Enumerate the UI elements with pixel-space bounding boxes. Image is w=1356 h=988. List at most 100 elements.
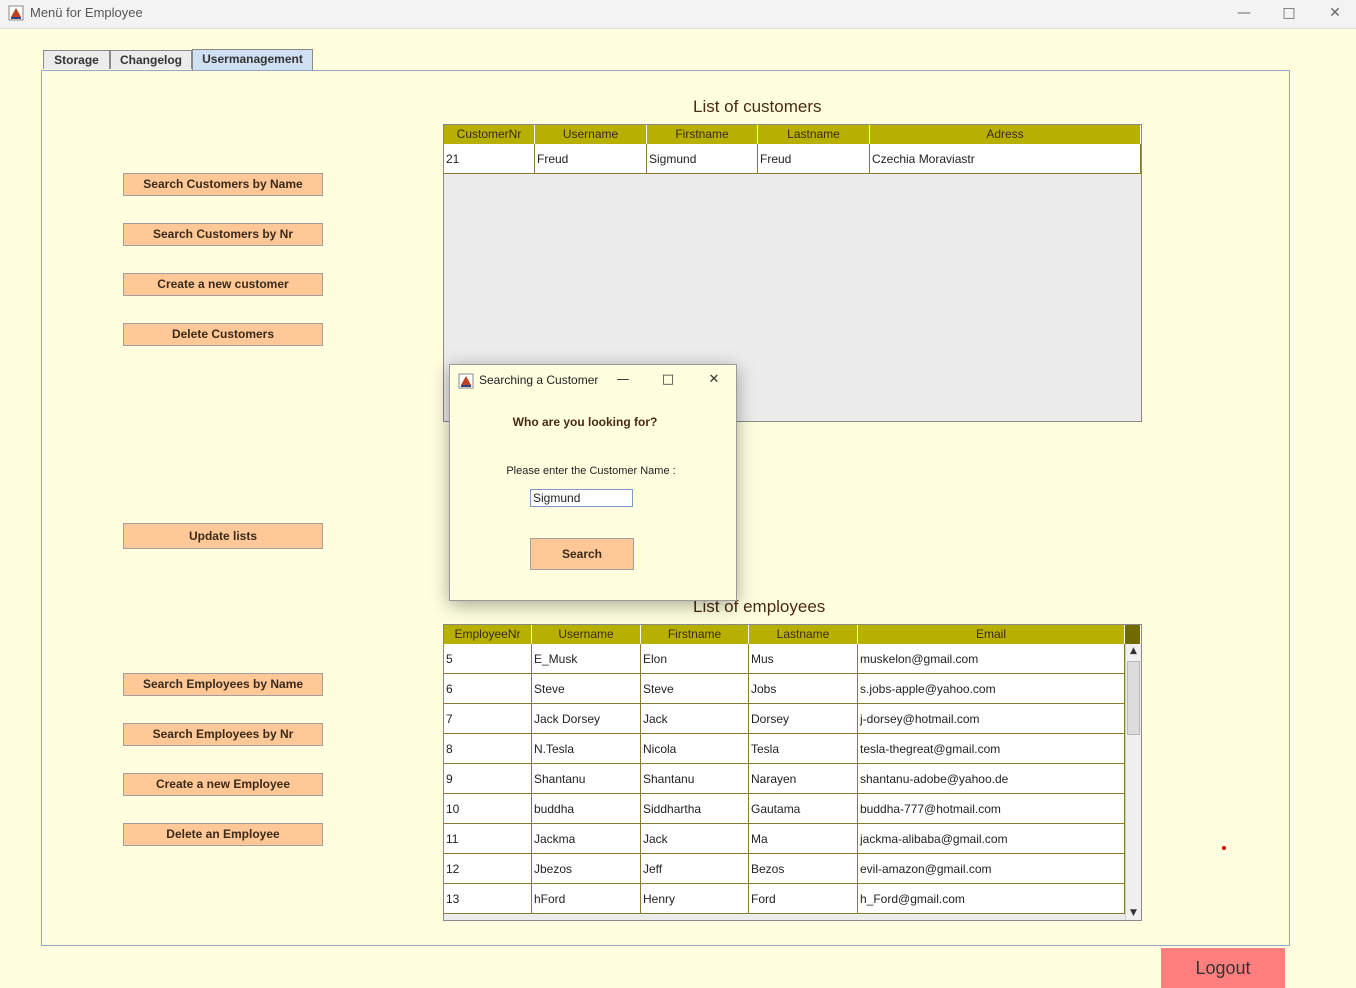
column-header[interactable]: Adress	[870, 125, 1141, 144]
table-row[interactable]: 11 Jackma Jack Ma jackma-alibaba@gmail.com	[444, 824, 1125, 854]
table-cell[interactable]: Sigmund	[647, 144, 758, 174]
delete-employee-button[interactable]: Delete an Employee	[123, 823, 323, 846]
create-employee-button[interactable]: Create a new Employee	[123, 773, 323, 796]
table-cell[interactable]: hFord	[532, 884, 641, 914]
table-row[interactable]: 8 N.Tesla Nicola Tesla tesla-thegreat@gmail.…	[444, 734, 1125, 764]
table-cell[interactable]: Elon	[641, 644, 749, 674]
table-cell[interactable]: 11	[444, 824, 532, 854]
table-cell[interactable]: Nicola	[641, 734, 749, 764]
table-cell[interactable]: N.Tesla	[532, 734, 641, 764]
table-cell[interactable]: evil-amazon@gmail.com	[858, 854, 1125, 884]
table-cell[interactable]: 8	[444, 734, 532, 764]
table-row[interactable]: 21 Freud Sigmund Freud Czechia Moraviast…	[444, 144, 1141, 174]
table-cell[interactable]: Jobs	[749, 674, 858, 704]
table-cell[interactable]: buddha-777@hotmail.com	[858, 794, 1125, 824]
table-row[interactable]: 6 Steve Steve Jobs s.jobs-apple@yahoo.com	[444, 674, 1125, 704]
column-header[interactable]: Username	[535, 125, 647, 144]
scroll-down-icon[interactable]: ▼	[1126, 906, 1141, 920]
column-header[interactable]: Username	[532, 625, 641, 644]
scrollbar-corner	[1125, 625, 1141, 644]
table-cell[interactable]: Mus	[749, 644, 858, 674]
table-cell[interactable]: 13	[444, 884, 532, 914]
employees-table[interactable]: EmployeeNr Username Firstname Lastname E…	[443, 624, 1142, 921]
table-cell[interactable]: Ma	[749, 824, 858, 854]
close-icon[interactable]: ✕	[1312, 0, 1356, 28]
table-row[interactable]: 10 buddha Siddhartha Gautama buddha-777@hotm…	[444, 794, 1125, 824]
search-button[interactable]: Search	[530, 538, 634, 570]
table-cell[interactable]: tesla-thegreat@gmail.com	[858, 734, 1125, 764]
column-header[interactable]: Lastname	[749, 625, 858, 644]
search-employees-by-name-button[interactable]: Search Employees by Name	[123, 673, 323, 696]
table-row[interactable]: 9 Shantanu Shantanu Narayen shantanu-adobe@y…	[444, 764, 1125, 794]
table-cell[interactable]: Steve	[641, 674, 749, 704]
column-header[interactable]: CustomerNr	[444, 125, 535, 144]
table-cell[interactable]: Freud	[535, 144, 647, 174]
delete-customers-button[interactable]: Delete Customers	[123, 323, 323, 346]
table-cell[interactable]: Dorsey	[749, 704, 858, 734]
table-cell[interactable]: Bezos	[749, 854, 858, 884]
employees-scrollbar[interactable]: ▲ ▼	[1125, 644, 1141, 920]
table-cell[interactable]: Shantanu	[641, 764, 749, 794]
table-cell[interactable]: Jack Dorsey	[532, 704, 641, 734]
table-cell[interactable]: Jackma	[532, 824, 641, 854]
table-row[interactable]: 7 Jack Dorsey Jack Dorsey j-dorsey@hotmail.c…	[444, 704, 1125, 734]
search-customers-by-nr-button[interactable]: Search Customers by Nr	[123, 223, 323, 246]
maximize-icon[interactable]: □	[653, 367, 683, 393]
table-cell[interactable]: jackma-alibaba@gmail.com	[858, 824, 1125, 854]
scroll-up-icon[interactable]: ▲	[1126, 644, 1141, 658]
scroll-thumb[interactable]	[1127, 661, 1140, 735]
search-employees-by-nr-button[interactable]: Search Employees by Nr	[123, 723, 323, 746]
customer-name-input[interactable]: Sigmund	[530, 489, 633, 507]
table-cell[interactable]: Tesla	[749, 734, 858, 764]
table-cell[interactable]: shantanu-adobe@yahoo.de	[858, 764, 1125, 794]
table-row[interactable]: 5 E_Musk Elon Mus muskelon@gmail.com	[444, 644, 1125, 674]
tab-storage[interactable]: Storage	[43, 50, 110, 69]
table-cell[interactable]: 5	[444, 644, 532, 674]
table-cell[interactable]: s.jobs-apple@yahoo.com	[858, 674, 1125, 704]
table-cell[interactable]: Steve	[532, 674, 641, 704]
table-cell[interactable]: Jeff	[641, 854, 749, 884]
logout-button[interactable]: Logout	[1161, 948, 1285, 988]
maximize-icon[interactable]: □	[1266, 0, 1312, 28]
table-cell[interactable]: Freud	[758, 144, 870, 174]
table-cell[interactable]: Narayen	[749, 764, 858, 794]
table-cell[interactable]: Czechia Moraviastr	[870, 144, 1141, 174]
table-cell[interactable]: buddha	[532, 794, 641, 824]
dialog-prompt: Please enter the Customer Name :	[506, 465, 676, 477]
table-cell[interactable]: 21	[444, 144, 535, 174]
tab-usermanagement[interactable]: Usermanagement	[192, 49, 313, 70]
update-lists-button[interactable]: Update lists	[123, 523, 323, 549]
column-header[interactable]: Lastname	[758, 125, 870, 144]
column-header[interactable]: EmployeeNr	[444, 625, 532, 644]
table-cell[interactable]: Siddhartha	[641, 794, 749, 824]
tab-changelog[interactable]: Changelog	[110, 50, 192, 69]
table-row[interactable]: 12 Jbezos Jeff Bezos evil-amazon@gmail.com	[444, 854, 1125, 884]
table-cell[interactable]: 10	[444, 794, 532, 824]
table-row[interactable]: 13 hFord Henry Ford h_Ford@gmail.com	[444, 884, 1125, 914]
table-cell[interactable]: 9	[444, 764, 532, 794]
search-customers-by-name-button[interactable]: Search Customers by Name	[123, 173, 323, 196]
minimize-icon[interactable]: —	[1221, 0, 1267, 28]
column-header[interactable]: Firstname	[647, 125, 758, 144]
table-cell[interactable]: h_Ford@gmail.com	[858, 884, 1125, 914]
java-app-icon	[458, 373, 474, 389]
table-cell[interactable]: Jack	[641, 704, 749, 734]
minimize-icon[interactable]: —	[608, 367, 638, 393]
table-cell[interactable]: muskelon@gmail.com	[858, 644, 1125, 674]
table-cell[interactable]: E_Musk	[532, 644, 641, 674]
create-customer-button[interactable]: Create a new customer	[123, 273, 323, 296]
table-cell[interactable]: 6	[444, 674, 532, 704]
table-cell[interactable]: 7	[444, 704, 532, 734]
table-cell[interactable]: 12	[444, 854, 532, 884]
column-header[interactable]: Firstname	[641, 625, 749, 644]
table-cell[interactable]: Henry	[641, 884, 749, 914]
table-cell[interactable]: Gautama	[749, 794, 858, 824]
table-cell[interactable]: Ford	[749, 884, 858, 914]
column-header[interactable]: Email	[858, 625, 1125, 644]
table-cell[interactable]: Shantanu	[532, 764, 641, 794]
table-cell[interactable]: j-dorsey@hotmail.com	[858, 704, 1125, 734]
table-cell[interactable]: Jbezos	[532, 854, 641, 884]
close-icon[interactable]: ✕	[699, 367, 729, 393]
table-cell[interactable]: Jack	[641, 824, 749, 854]
employees-table-header: EmployeeNr Username Firstname Lastname E…	[444, 625, 1141, 644]
